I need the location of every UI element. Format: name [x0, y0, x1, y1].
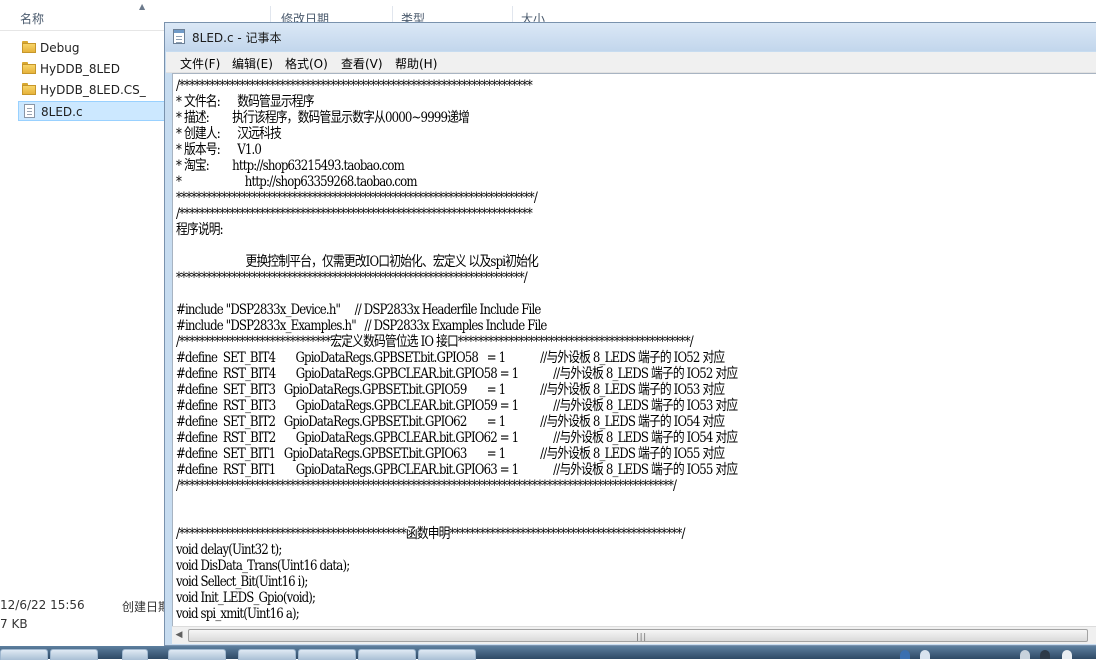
menu-format[interactable]: 格式(O) [285, 55, 328, 72]
editor-line: #define SET_BIT1 GpioDataRegs.GPBSET.bit… [176, 446, 725, 462]
folder-icon [22, 83, 36, 95]
window-title: 8LED.c - 记事本 [192, 31, 282, 45]
editor-line: #define RST_BIT4 GpioDataRegs.GPBCLEAR.b… [176, 366, 738, 382]
editor-line: #define SET_BIT2 GpioDataRegs.GPBSET.bit… [176, 414, 725, 430]
file-row-hyddb-8led-cs[interactable]: HyDDB_8LED.CS_ [18, 80, 168, 100]
menu-help[interactable]: 帮助(H) [395, 55, 437, 72]
editor-line: /***************************************… [176, 478, 677, 494]
folder-icon [22, 41, 36, 53]
taskbar [0, 646, 1096, 659]
editor-line: void delay(Uint32 t); [176, 542, 282, 558]
editor-line: ****************************************… [176, 190, 538, 206]
editor-line: * 版本号: V1.0 [176, 142, 262, 158]
editor-line: #include "DSP2833x_Device.h" // DSP2833x… [176, 302, 541, 318]
editor-line: void Init_LEDS_Gpio(void); [176, 590, 316, 606]
detail-created-label: 创建日期 [122, 600, 171, 614]
folder-icon [22, 62, 36, 74]
editor-line: #define RST_BIT3 GpioDataRegs.GPBCLEAR.b… [176, 398, 738, 414]
taskbar-button[interactable] [0, 649, 48, 660]
text-editor[interactable]: /***************************************… [172, 73, 1096, 626]
taskbar-button[interactable] [298, 649, 356, 660]
editor-line: 程序说明: [176, 222, 224, 238]
detail-size: 7 KB [0, 617, 28, 631]
editor-line: ****************************************… [176, 270, 528, 286]
file-row-8led-c[interactable]: 8LED.c [18, 101, 168, 121]
editor-line: * http://shop63359268.taobao.com [176, 174, 417, 190]
grip-icon: ||| [636, 632, 648, 641]
editor-line: void Sellect_Bit(Uint16 i); [176, 574, 308, 590]
editor-line: #define RST_BIT2 GpioDataRegs.GPBCLEAR.b… [176, 430, 738, 446]
scroll-left-arrow-icon[interactable]: ◀ [174, 630, 184, 641]
editor-line: #include "DSP2833x_Examples.h" // DSP283… [176, 318, 547, 334]
editor-line: /***************************************… [176, 206, 533, 222]
editor-line: * 文件名: 数码管显示程序 [176, 94, 314, 110]
tray-icon[interactable] [1062, 650, 1072, 659]
editor-line: /***************************************… [176, 78, 533, 94]
taskbar-button[interactable] [358, 649, 416, 660]
scrollbar-thumb[interactable]: ||| [188, 629, 1088, 642]
taskbar-button[interactable] [122, 649, 148, 660]
file-name: HyDDB_8LED [40, 62, 120, 76]
editor-line: * 创建人: 汉远科技 [176, 126, 282, 142]
editor-content[interactable]: /***************************************… [176, 78, 738, 622]
file-name: HyDDB_8LED.CS_ [40, 83, 146, 97]
text-file-icon [24, 104, 35, 118]
file-name: Debug [40, 41, 80, 55]
taskbar-button[interactable] [238, 649, 296, 660]
menu-edit[interactable]: 编辑(E) [232, 55, 273, 72]
taskbar-button[interactable] [50, 649, 98, 660]
editor-line: void DisData_Trans(Uint16 data); [176, 558, 350, 574]
editor-line: * 描述: 执行该程序，数码管显示数字从0000~9999递增 [176, 110, 470, 126]
editor-line: * 淘宝: http://shop63215493.taobao.com [176, 158, 405, 174]
horizontal-scrollbar[interactable]: ◀ ||| [172, 626, 1096, 644]
taskbar-button[interactable] [418, 649, 476, 660]
editor-line: /***************************************… [176, 526, 685, 542]
file-row-debug[interactable]: Debug [18, 38, 168, 58]
editor-line: #define RST_BIT1 GpioDataRegs.GPBCLEAR.b… [176, 462, 738, 478]
editor-line: #define SET_BIT4 GpioDataRegs.GPBSET.bit… [176, 350, 725, 366]
tray-icon[interactable] [1020, 650, 1030, 659]
sort-up-icon: ▲ [139, 2, 146, 11]
notepad-icon[interactable] [173, 29, 185, 44]
tray-icon[interactable] [1040, 650, 1050, 659]
editor-line: /******************************宏定义数码管位选 … [176, 334, 694, 350]
notepad-window: 8LED.c - 记事本 文件(F) 编辑(E) 格式(O) 查看(V) 帮助(… [164, 22, 1096, 646]
editor-line: #define SET_BIT3 GpioDataRegs.GPBSET.bit… [176, 382, 725, 398]
column-name[interactable]: 名称 [20, 10, 44, 27]
tray-icon[interactable] [920, 650, 930, 659]
taskbar-button[interactable] [168, 649, 226, 660]
file-name: 8LED.c [41, 105, 83, 119]
menu-bar: 文件(F) 编辑(E) 格式(O) 查看(V) 帮助(H) [166, 52, 1096, 73]
title-bar[interactable]: 8LED.c - 记事本 [165, 23, 1096, 51]
menu-file[interactable]: 文件(F) [180, 55, 220, 72]
editor-line: void spi_xmit(Uint16 a); [176, 606, 300, 622]
file-row-hyddb-8led[interactable]: HyDDB_8LED [18, 59, 168, 79]
detail-modified-date: 12/6/22 15:56 [0, 598, 85, 612]
editor-line: 更换控制平台，仅需更改IO口初始化、宏定义 以及spi初始化 [176, 254, 539, 270]
menu-view[interactable]: 查看(V) [341, 55, 383, 72]
tray-icon[interactable] [900, 650, 910, 659]
